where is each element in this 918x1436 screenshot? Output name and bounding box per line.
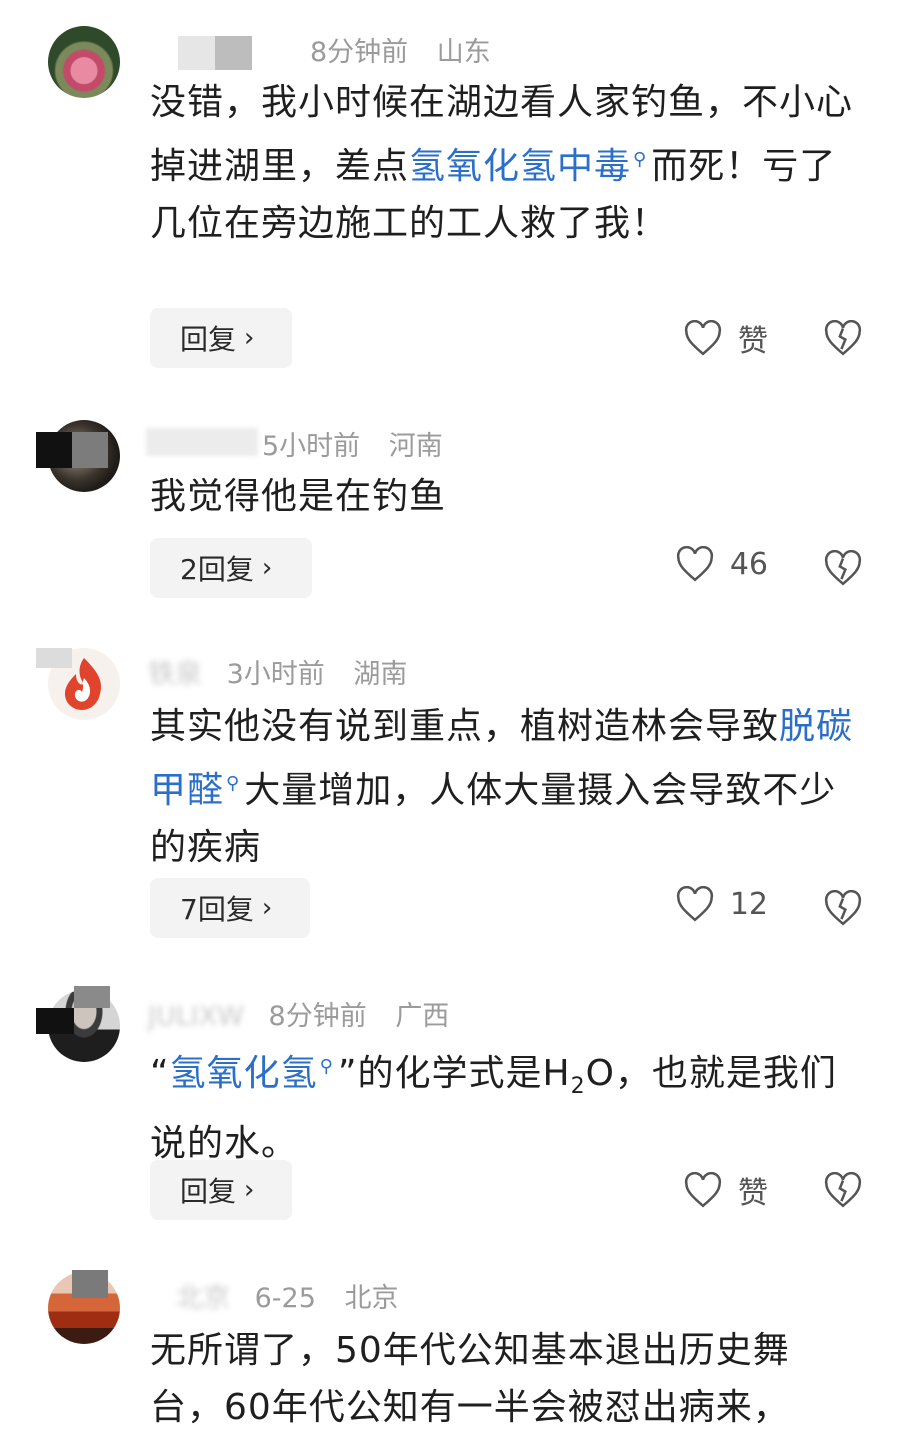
comment-meta: 北京 6-25 北京 bbox=[176, 1276, 398, 1314]
chevron-right-icon: › bbox=[261, 893, 273, 923]
comment-author[interactable]: 北京 bbox=[176, 1276, 230, 1315]
avatar-mosaic bbox=[74, 986, 110, 1008]
comment-time: 5小时前 bbox=[262, 431, 361, 462]
like-button[interactable]: 46 bbox=[676, 546, 768, 582]
heart-outline-icon bbox=[676, 546, 713, 582]
comment-time: 6-25 bbox=[254, 1283, 316, 1314]
like-count: 赞 bbox=[738, 1176, 768, 1211]
comment-text: 没错，我小时候在湖边看人家钓鱼，不小心掉进湖里，差点氢氧化氢中毒 ⚲ 而死！亏了几位… bbox=[150, 82, 854, 244]
heart-outline-icon bbox=[676, 886, 713, 922]
comment-location: 河南 bbox=[388, 431, 443, 462]
like-count: 12 bbox=[729, 886, 768, 922]
avatar[interactable] bbox=[48, 26, 120, 98]
comment-location: 山东 bbox=[436, 37, 491, 68]
name-mosaic bbox=[178, 36, 252, 70]
heart-outline-icon bbox=[684, 1172, 722, 1208]
chevron-right-icon: › bbox=[261, 553, 273, 583]
search-link[interactable]: 氢氧化氢中毒 bbox=[409, 146, 631, 187]
comment-meta: 铁泉 3小时前 湖南 bbox=[148, 652, 407, 690]
comment-location: 湖南 bbox=[353, 659, 408, 690]
broken-heart-icon bbox=[824, 549, 862, 586]
like-count: 46 bbox=[729, 546, 768, 582]
comment-time: 8分钟前 bbox=[268, 1001, 367, 1032]
search-link[interactable]: 氢氧化氢 bbox=[170, 1053, 318, 1094]
search-icon[interactable]: ⚲ bbox=[320, 1056, 334, 1077]
dislike-button[interactable] bbox=[824, 889, 862, 930]
like-button[interactable]: 12 bbox=[676, 886, 768, 922]
heart-outline-icon bbox=[684, 320, 722, 356]
like-button[interactable]: 赞 bbox=[684, 316, 768, 360]
reply-button[interactable]: 回复 › bbox=[150, 1160, 292, 1220]
avatar-mosaic bbox=[36, 648, 72, 668]
comment-location: 广西 bbox=[395, 1001, 450, 1032]
comment-text: 无所谓了，50年代公知基本退出历史舞台，60年代公知有一半会被怼出病来， bbox=[150, 1330, 790, 1428]
avatar-mosaic bbox=[36, 1008, 74, 1034]
like-button[interactable]: 赞 bbox=[684, 1168, 768, 1212]
chevron-right-icon: › bbox=[244, 1175, 255, 1205]
broken-heart-icon bbox=[824, 319, 862, 356]
reply-button[interactable]: 7回复 › bbox=[150, 878, 310, 938]
avatar-mosaic bbox=[72, 1270, 108, 1298]
comment-text: “氢氧化氢 ⚲ ”的化学式是H2O，也就是我们说的水。 bbox=[150, 1053, 837, 1165]
comment-meta: JULIXW 8分钟前 广西 bbox=[148, 994, 449, 1032]
comment-location: 北京 bbox=[344, 1283, 399, 1314]
comment-text: 我觉得他是在钓鱼 bbox=[150, 476, 447, 517]
comment-time: 8分钟前 bbox=[310, 37, 409, 68]
comment-author[interactable]: JULIXW bbox=[148, 1001, 244, 1032]
search-icon[interactable]: ⚲ bbox=[633, 149, 647, 170]
like-count: 赞 bbox=[738, 324, 768, 359]
search-icon[interactable]: ⚲ bbox=[226, 773, 240, 794]
dislike-button[interactable] bbox=[824, 1171, 862, 1212]
comment-meta: 8分钟前 山东 bbox=[310, 30, 491, 68]
avatar-mosaic bbox=[36, 432, 108, 468]
dislike-button[interactable] bbox=[824, 319, 862, 360]
comment-meta: 5小时前 河南 bbox=[262, 424, 443, 462]
comment-author[interactable]: 铁泉 bbox=[148, 652, 202, 691]
name-mosaic bbox=[146, 428, 258, 456]
chevron-right-icon: › bbox=[244, 323, 255, 353]
reply-button[interactable]: 2回复 › bbox=[150, 538, 312, 598]
comment-text: 其实他没有说到重点，植树造林会导致脱碳甲醛 ⚲ 大量增加，人体大量摄入会导致不少的疾… bbox=[150, 706, 854, 868]
dislike-button[interactable] bbox=[824, 549, 862, 590]
reply-button[interactable]: 回复 › bbox=[150, 308, 292, 368]
broken-heart-icon bbox=[824, 1171, 862, 1208]
comment-time: 3小时前 bbox=[226, 659, 325, 690]
broken-heart-icon bbox=[824, 889, 862, 926]
